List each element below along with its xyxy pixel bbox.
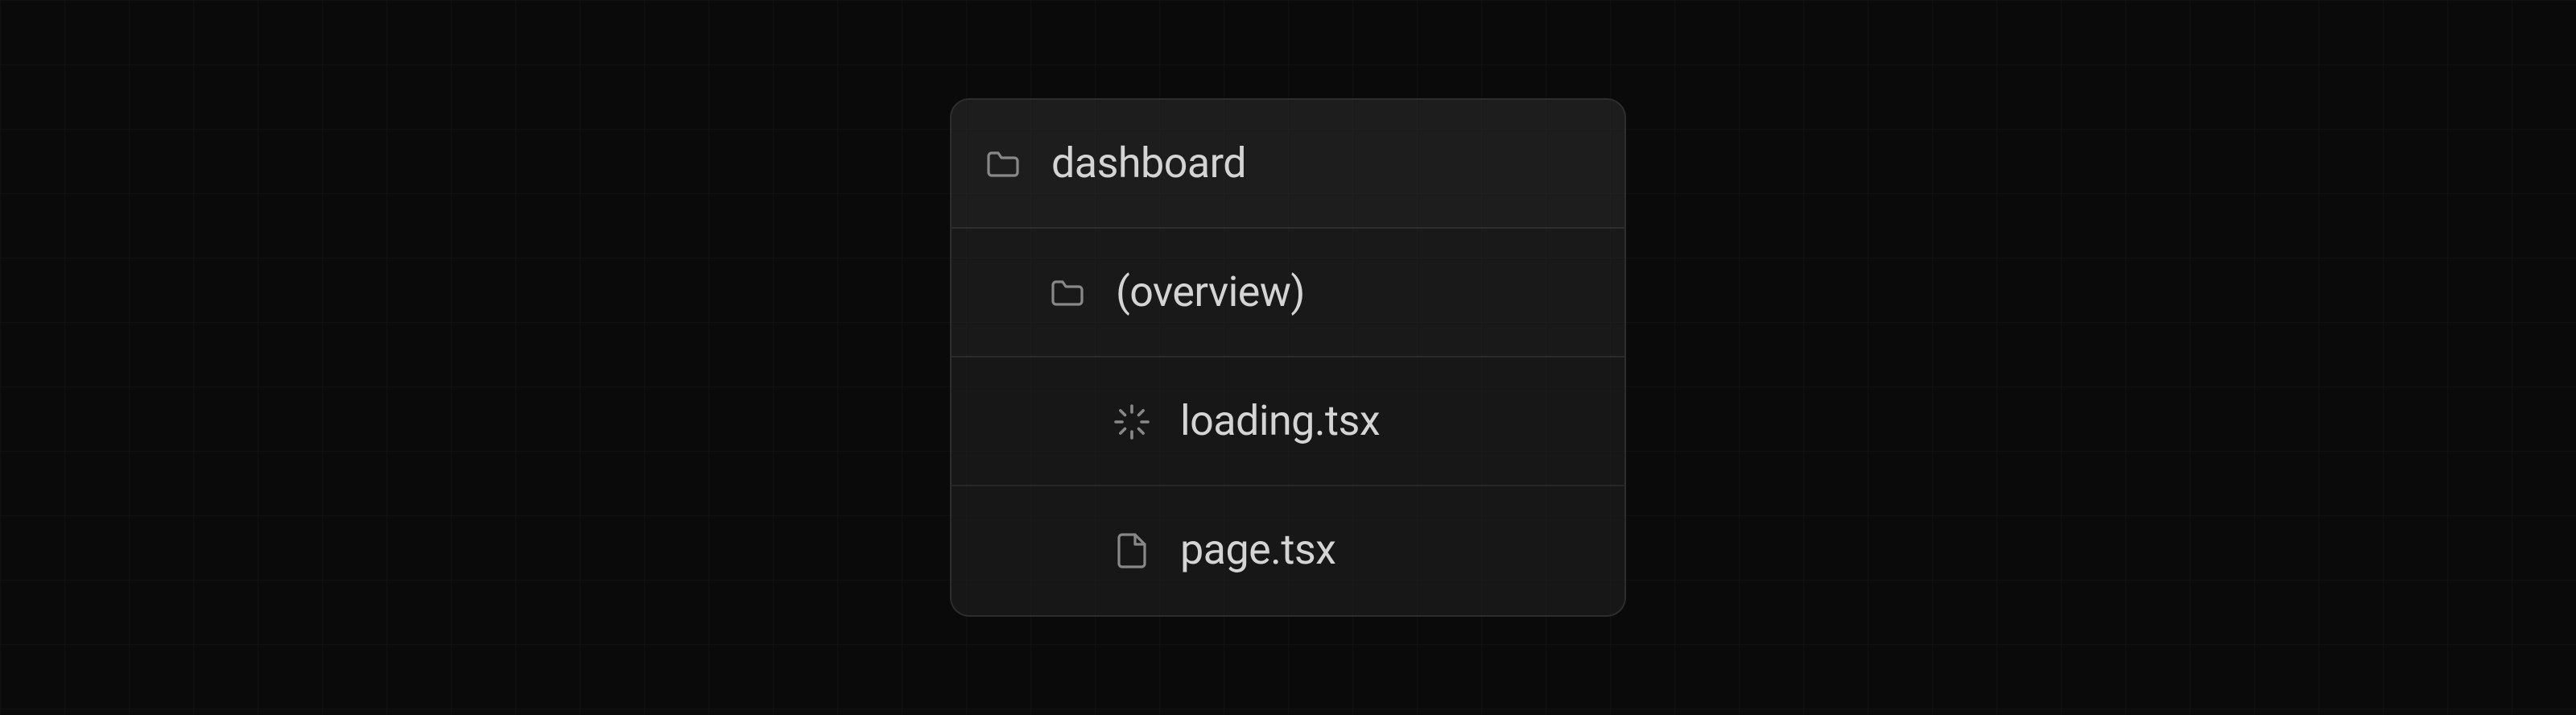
tree-item-label: dashboard bbox=[1051, 139, 1246, 188]
file-tree-panel: dashboard (overview) bbox=[950, 98, 1626, 617]
folder-icon bbox=[984, 144, 1022, 183]
tree-item-label: (overview) bbox=[1116, 268, 1305, 316]
spinner-icon bbox=[1113, 402, 1151, 440]
folder-icon bbox=[1048, 273, 1087, 312]
tree-file-page[interactable]: page.tsx bbox=[952, 486, 1624, 615]
tree-item-label: page.tsx bbox=[1180, 527, 1335, 575]
tree-item-label: loading.tsx bbox=[1180, 397, 1380, 445]
tree-folder-dashboard[interactable]: dashboard bbox=[952, 100, 1624, 229]
file-icon bbox=[1113, 531, 1151, 570]
tree-file-loading[interactable]: loading.tsx bbox=[952, 358, 1624, 486]
tree-folder-overview[interactable]: (overview) bbox=[952, 229, 1624, 358]
